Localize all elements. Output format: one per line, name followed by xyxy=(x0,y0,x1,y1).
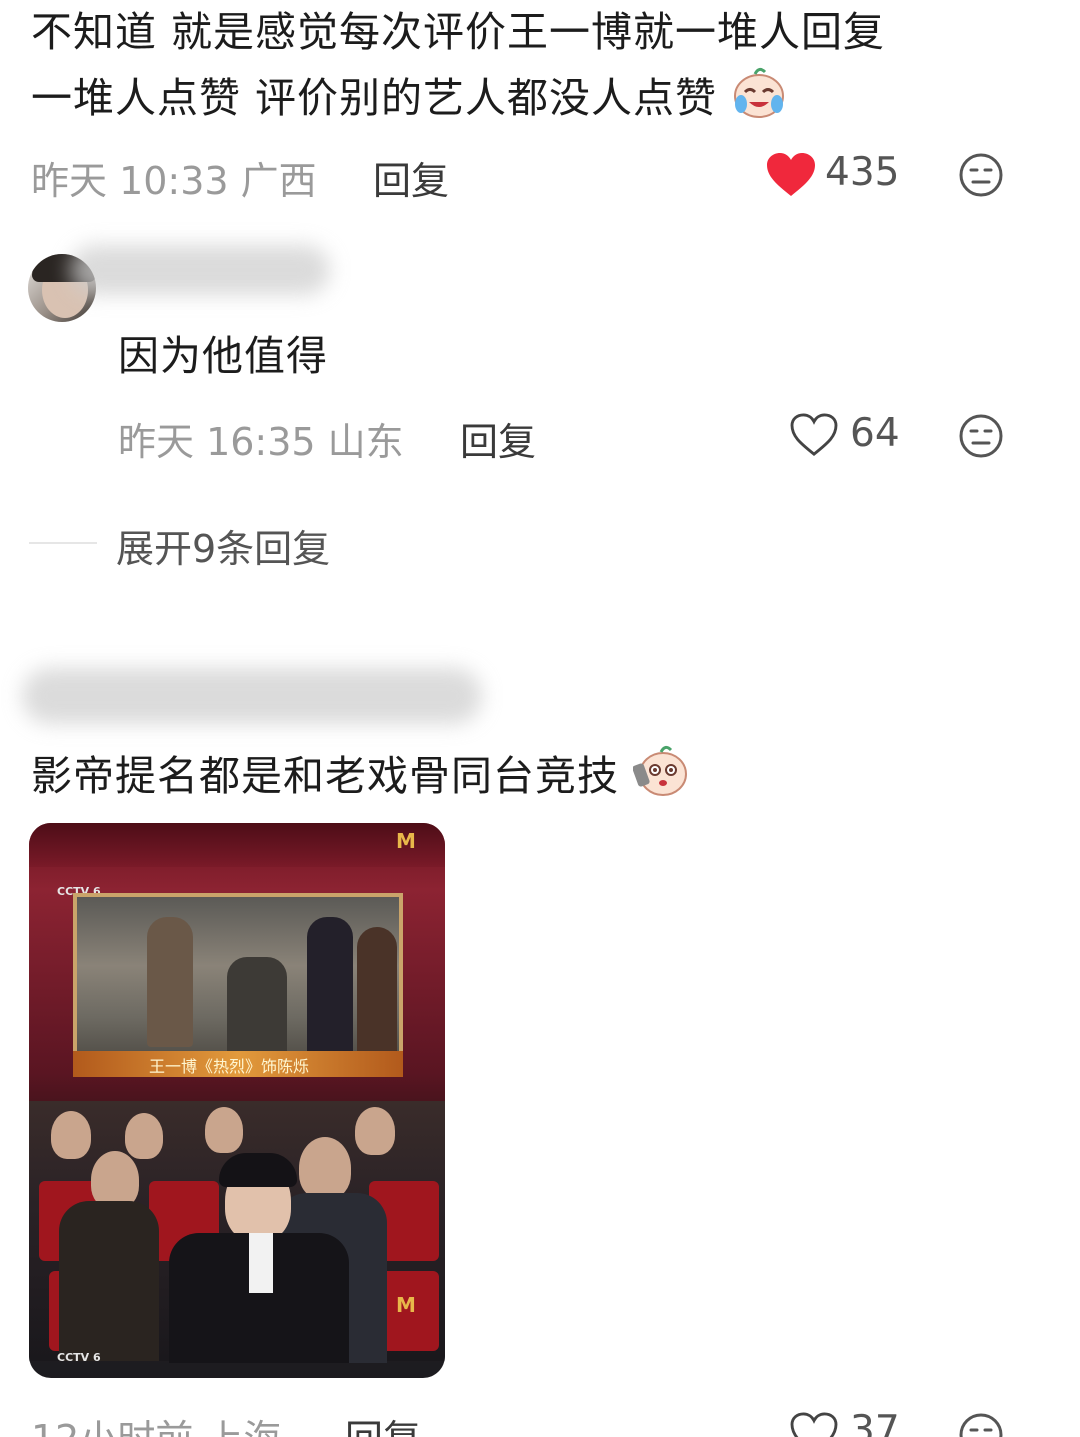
channel-watermark: CCTV 6 xyxy=(57,1351,101,1364)
image-caption-bar: 王一博《热烈》饰陈烁 xyxy=(73,1051,403,1077)
dislike-button[interactable] xyxy=(958,152,1004,202)
movie-channel-logo: M xyxy=(396,829,416,853)
expand-replies-button[interactable]: 展开9条回复 xyxy=(116,518,330,573)
image-screen-inset xyxy=(73,893,403,1073)
comment-meta: 12小时前 上海 xyxy=(31,1408,281,1437)
neutral-face-icon xyxy=(958,414,1004,463)
reply-meta: 昨天 16:35 山东 xyxy=(118,420,404,464)
heart-outline-icon xyxy=(790,413,838,461)
comment-meta: 昨天 10:33 广西 xyxy=(31,159,317,203)
comment-line-1: 不知道 就是感觉每次评价王一博就一堆人回复 xyxy=(31,8,886,56)
phone-selfie-face-icon xyxy=(632,742,689,816)
image-header-band xyxy=(29,823,445,867)
comment-line: 影帝提名都是和老戏骨同台竞技 xyxy=(31,752,619,800)
movie-channel-logo: M xyxy=(396,1293,416,1317)
neutral-face-icon xyxy=(958,153,1004,202)
comment-image[interactable]: M CCTV 6 王一博《热烈》饰陈烁 M CCTV 6 xyxy=(29,823,445,1378)
dislike-button[interactable] xyxy=(958,1412,1004,1437)
like-button[interactable] xyxy=(790,1412,838,1437)
like-count: 435 xyxy=(825,150,900,195)
like-button[interactable] xyxy=(766,152,816,202)
image-audience xyxy=(29,1101,445,1363)
comment-line-2: 一堆人点赞 评价别的艺人都没人点赞 xyxy=(31,74,718,122)
username-blurred[interactable] xyxy=(70,245,330,295)
comment-body: 影帝提名都是和老戏骨同台竞技 xyxy=(31,742,689,816)
username-blurred[interactable] xyxy=(22,668,482,724)
crying-laughing-face-icon xyxy=(731,64,787,138)
reply-button[interactable]: 回复 xyxy=(345,1408,421,1437)
image-caption: 王一博《热烈》饰陈烁 xyxy=(149,1057,310,1076)
heart-filled-icon xyxy=(766,153,816,202)
reply-button[interactable]: 回复 xyxy=(373,150,449,205)
like-count: 64 xyxy=(850,411,900,456)
like-button[interactable] xyxy=(790,413,838,461)
reply-body: 因为他值得 xyxy=(118,332,328,380)
comment-body: 不知道 就是感觉每次评价王一博就一堆人回复 一堆人点赞 评价别的艺人都没人点赞 xyxy=(31,0,1051,138)
divider xyxy=(29,542,97,544)
dislike-button[interactable] xyxy=(958,413,1004,463)
like-count: 37 xyxy=(850,1408,900,1437)
reply-button[interactable]: 回复 xyxy=(460,411,536,466)
